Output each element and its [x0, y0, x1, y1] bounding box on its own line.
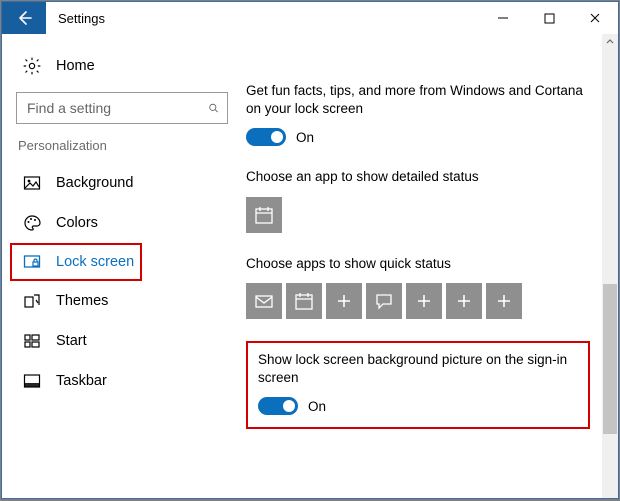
signin-bg-toggle[interactable] [258, 397, 298, 415]
plus-icon [414, 291, 434, 311]
plus-icon [334, 291, 354, 311]
plus-icon [454, 291, 474, 311]
fun-facts-toggle[interactable] [246, 128, 286, 146]
quick-status-tile-add-1[interactable] [326, 283, 362, 319]
nav-item-label: Taskbar [56, 373, 107, 389]
fun-facts-toggle-row: On [246, 128, 590, 146]
section-fun-facts: Get fun facts, tips, and more from Windo… [246, 82, 590, 146]
sidebar: Home Personalization Background [2, 34, 242, 498]
minimize-icon [497, 12, 509, 24]
chevron-up-icon [605, 37, 615, 47]
window-title: Settings [46, 2, 117, 34]
taskbar-icon [22, 372, 42, 390]
picture-icon [22, 174, 42, 192]
scrollbar[interactable] [602, 34, 618, 498]
nav-item-taskbar[interactable]: Taskbar [2, 361, 242, 401]
nav-item-colors[interactable]: Colors [2, 203, 242, 243]
fun-facts-state: On [296, 130, 314, 145]
scroll-thumb[interactable] [603, 284, 617, 434]
calendar-icon [254, 205, 274, 225]
close-button[interactable] [572, 2, 618, 34]
nav-item-themes[interactable]: Themes [2, 281, 242, 321]
signin-bg-title: Show lock screen background picture on t… [258, 351, 578, 387]
search-wrap [2, 84, 242, 132]
quick-status-tile-add-2[interactable] [406, 283, 442, 319]
gear-icon [22, 56, 42, 76]
nav-item-label: Themes [56, 293, 108, 309]
calendar-icon [294, 291, 314, 311]
maximize-icon [544, 13, 555, 24]
body: Home Personalization Background [2, 34, 618, 498]
signin-bg-toggle-row: On [258, 397, 578, 415]
section-quick-status: Choose apps to show quick status [246, 255, 590, 319]
quick-status-tiles [246, 283, 590, 319]
quick-status-title: Choose apps to show quick status [246, 255, 590, 273]
quick-status-tile-messaging[interactable] [366, 283, 402, 319]
nav-home[interactable]: Home [2, 48, 242, 84]
signin-bg-state: On [308, 399, 326, 414]
main-content: Get fun facts, tips, and more from Windo… [242, 34, 618, 498]
arrow-left-icon [15, 9, 33, 27]
nav-item-label: Start [56, 333, 87, 349]
window-controls [480, 2, 618, 34]
lock-screen-icon [22, 253, 42, 271]
mail-icon [254, 291, 274, 311]
section-detailed-status: Choose an app to show detailed status [246, 168, 590, 232]
nav-item-lock-screen[interactable]: Lock screen [10, 243, 142, 281]
search-icon [208, 100, 219, 116]
close-icon [589, 12, 601, 24]
palette-icon [22, 214, 42, 232]
search-input[interactable] [16, 92, 228, 124]
start-icon [22, 332, 42, 350]
maximize-button[interactable] [526, 2, 572, 34]
nav-item-start[interactable]: Start [2, 321, 242, 361]
chat-icon [374, 291, 394, 311]
plus-icon [494, 291, 514, 311]
category-label: Personalization [2, 132, 242, 159]
detailed-status-app-tile[interactable] [246, 197, 282, 233]
section-signin-bg: Show lock screen background picture on t… [246, 341, 590, 429]
nav-list: Background Colors Lock screen [2, 159, 242, 401]
nav-item-label: Colors [56, 215, 98, 231]
quick-status-tile-mail[interactable] [246, 283, 282, 319]
minimize-button[interactable] [480, 2, 526, 34]
titlebar: Settings [2, 2, 618, 34]
back-button[interactable] [2, 2, 46, 34]
nav-home-label: Home [56, 58, 95, 74]
fun-facts-title: Get fun facts, tips, and more from Windo… [246, 82, 590, 118]
scroll-up-button[interactable] [602, 34, 618, 50]
settings-window: Settings Home [1, 1, 619, 499]
nav-item-background[interactable]: Background [2, 163, 242, 203]
search-field[interactable] [27, 100, 208, 116]
quick-status-tile-add-3[interactable] [446, 283, 482, 319]
quick-status-tile-add-4[interactable] [486, 283, 522, 319]
nav-item-label: Lock screen [56, 254, 134, 270]
themes-icon [22, 292, 42, 310]
detailed-status-title: Choose an app to show detailed status [246, 168, 590, 186]
quick-status-tile-calendar[interactable] [286, 283, 322, 319]
nav-item-label: Background [56, 175, 133, 191]
